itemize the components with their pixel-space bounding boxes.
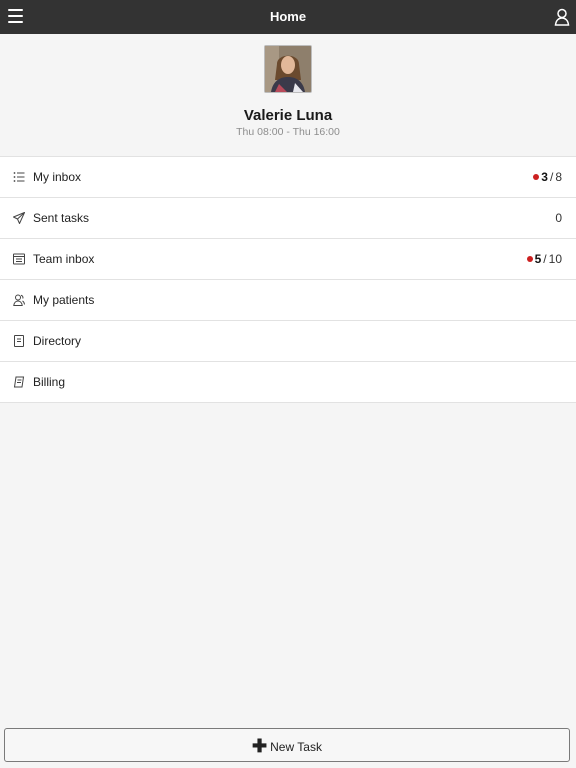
user-name: Valerie Luna [243, 107, 333, 124]
menu-item-my-inbox[interactable]: My inbox 3/8 [0, 157, 576, 198]
top-navigation-bar: Home [0, 0, 576, 34]
menu-item-label: Team inbox [33, 252, 95, 266]
sent-count: 0 [555, 211, 562, 225]
menu-item-label: Sent tasks [33, 211, 90, 225]
team-inbox-count: 5/10 [526, 239, 562, 279]
total-count: 8 [555, 170, 562, 184]
menu-item-label: My inbox [33, 170, 82, 184]
menu-item-my-patients[interactable]: My patients [0, 280, 576, 321]
menu-item-billing[interactable]: Billing [0, 362, 576, 403]
list-icon [13, 170, 25, 182]
unread-dot [526, 256, 533, 262]
menu-item-sent-tasks[interactable]: Sent tasks 0 [0, 198, 576, 239]
profile-header: Valerie Luna Thu 08:00 - Thu 16:00 [0, 34, 576, 156]
unread-dot [533, 174, 540, 180]
new-task-button[interactable]: ✚ New Task [4, 728, 570, 762]
count-separator: / [549, 170, 554, 184]
menu-item-team-inbox[interactable]: Team inbox 5/10 [0, 239, 576, 280]
unread-count: 3 [541, 170, 548, 184]
menu-item-label: Billing [33, 375, 66, 389]
avatar[interactable] [264, 45, 312, 93]
unread-count: 5 [534, 252, 542, 266]
total-count: 10 [548, 252, 562, 266]
new-task-label: New Task [270, 740, 322, 754]
plus-icon: ✚ [252, 736, 268, 756]
paper-plane-icon [13, 211, 25, 224]
menu-item-label: Directory [33, 334, 82, 348]
page-title: Home [269, 9, 307, 24]
team-inbox-icon [13, 252, 25, 265]
shift-hours: Thu 08:00 - Thu 16:00 [236, 126, 340, 138]
menu-item-label: My patients [33, 293, 95, 307]
inbox-count: 3/8 [533, 157, 562, 197]
count-separator: / [543, 252, 547, 266]
user-icon[interactable] [554, 8, 570, 26]
directory-icon [13, 334, 25, 347]
menu-item-directory[interactable]: Directory [0, 321, 576, 362]
navigation-menu: My inbox 3/8 Sent tasks 0 Team inbox 5/1… [0, 156, 576, 403]
patients-icon [13, 293, 25, 306]
billing-icon [13, 375, 25, 388]
